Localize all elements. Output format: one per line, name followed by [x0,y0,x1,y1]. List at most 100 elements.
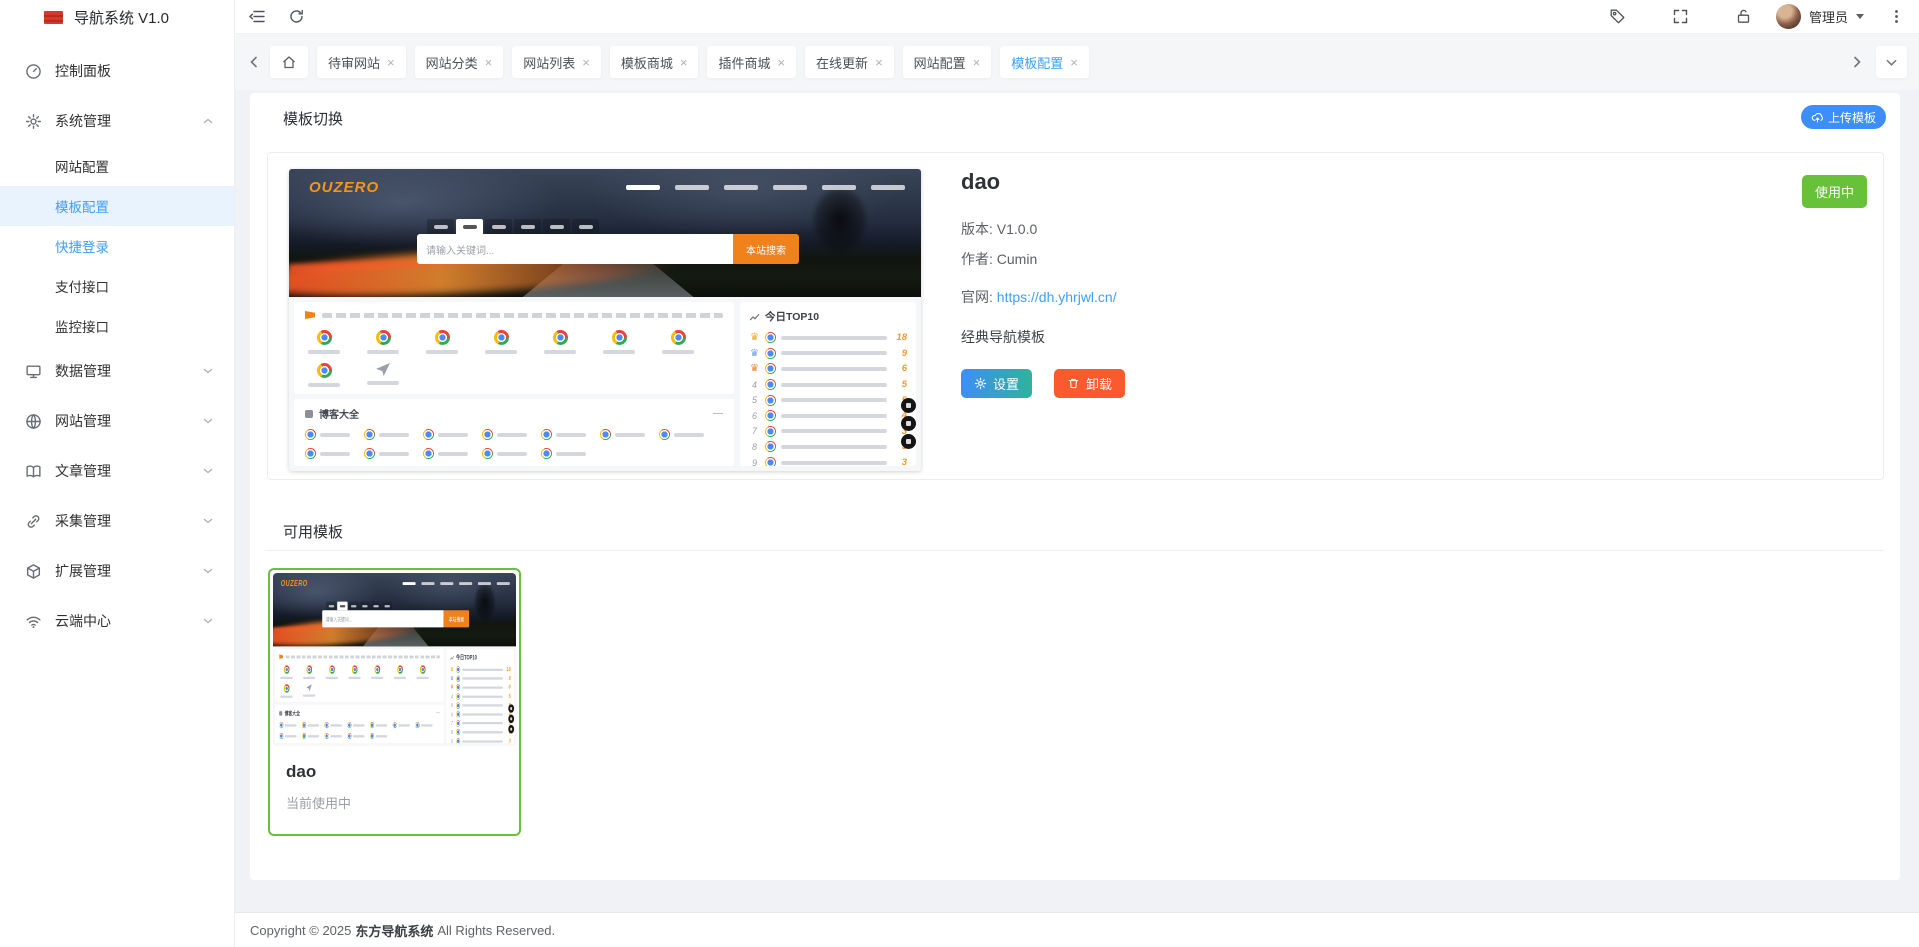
chrome-icon [553,330,568,345]
tab-label: 待审网站 [328,53,380,72]
chevron-up-icon [202,115,214,127]
chrome-icon [364,448,375,459]
sidebar-item-label: 文章管理 [55,461,111,481]
lock-icon[interactable] [1735,8,1752,25]
chevron-down-icon [202,615,214,627]
preview-blog-item [541,429,586,440]
rank-label: 8 [749,442,760,452]
rank-label: 7 [749,426,760,436]
settings-button[interactable]: 设置 [961,369,1032,398]
preview-top10-row: 45 [749,377,907,393]
close-icon[interactable]: × [777,56,785,69]
preview-top10-list: 1182936455564738393 [749,324,907,466]
preview-top10-title: 今日TOP10 [765,309,819,324]
sidebar-item-extension[interactable]: 扩展管理 [0,546,234,596]
user-menu[interactable]: 管理员 [1776,4,1864,29]
gear-icon [25,113,42,130]
chrome-icon [765,379,776,390]
tab-label: 插件商城 [718,53,770,72]
preview-float-buttons [901,398,916,449]
chrome-icon [423,448,434,459]
tab-plugin-store[interactable]: 插件商城 × [707,46,796,78]
preview-blog-item [482,448,527,459]
box-icon [25,563,42,580]
visit-count: 18 [892,332,907,343]
uninstall-button[interactable]: 卸载 [1054,369,1125,398]
close-icon[interactable]: × [582,56,590,69]
tab-label: 网站列表 [523,53,575,72]
chrome-icon [541,448,552,459]
sidebar-item-cloud[interactable]: 云端中心 [0,596,234,646]
sidebar-subitem-payment-api[interactable]: 支付接口 [0,266,234,306]
sidebar-item-article[interactable]: 文章管理 [0,446,234,496]
tab-pending-sites[interactable]: 待审网站 × [317,46,406,78]
sidebar-item-data[interactable]: 数据管理 [0,346,234,396]
tag-icon[interactable] [1609,8,1626,25]
sidebar-item-system[interactable]: 系统管理 [0,96,234,146]
chrome-icon [317,363,332,378]
chrome-icon [305,429,316,440]
globe-icon [25,413,42,430]
tab-online-update[interactable]: 在线更新× [805,46,894,78]
preview-site-grid [305,321,723,354]
chrome-icon [435,330,450,345]
template-site-link[interactable]: https://dh.yhrjwl.cn/ [997,289,1117,305]
sidebar-subitem-site-config[interactable]: 网站配置 [0,146,234,186]
tab-site-categories[interactable]: 网站分类× [415,46,504,78]
preview-site-cell [661,330,695,354]
preview-marquee [305,309,723,321]
close-icon[interactable]: × [973,56,981,69]
fullscreen-icon[interactable] [1672,8,1689,25]
sidebar-item-dashboard[interactable]: 控制面板 [0,46,234,96]
chrome-icon [423,429,434,440]
close-icon[interactable]: × [387,56,395,69]
chevron-down-icon [202,465,214,477]
preview-site-cell [425,330,459,354]
gear-icon [974,377,987,390]
page-title: 模板切换 [283,108,343,129]
tabs-scroll-right-icon[interactable] [1850,55,1864,69]
preview-blog-item [305,448,350,459]
tabs-more-button[interactable] [1876,46,1907,78]
tab-template-store[interactable]: 模板商城× [610,46,699,78]
preview-top10-title: 今日TOP10 [456,653,477,662]
main-panel: 模板切换 上传模板 OUZERO [250,93,1900,880]
sidebar-item-collect[interactable]: 采集管理 [0,496,234,546]
visit-count: 6 [892,363,907,374]
tab-strip: 待审网站 × 网站分类× 网站列表 × 模板商城× 插件商城 × 在线更新× 网站配置… [235,34,1919,90]
site-label: 官网: [961,289,993,305]
user-name: 管理员 [1809,7,1848,26]
chrome-icon [659,429,670,440]
sidebar-subitem-quick-login[interactable]: 快捷登录 [0,226,234,266]
preview-blog-title: 博客大全 [285,709,300,718]
collapse-sidebar-icon[interactable] [249,8,266,25]
preview-site-cell [602,330,636,354]
in-use-badge[interactable]: 使用中 [1802,175,1867,208]
close-icon[interactable]: × [485,56,493,69]
tab-site-list[interactable]: 网站列表 × [512,46,601,78]
template-version: 版本: V1.0.0 [961,219,1641,239]
chrome-icon [305,448,316,459]
rank-label: 3 [749,363,760,374]
upload-template-button[interactable]: 上传模板 [1801,105,1886,129]
chrome-icon [765,426,776,437]
kebab-menu-icon[interactable] [1888,8,1905,25]
close-icon[interactable]: × [875,56,883,69]
close-icon[interactable]: × [1070,56,1078,69]
refresh-icon[interactable] [288,8,305,25]
tabs-scroll-left-icon[interactable] [247,55,261,69]
visit-count: 9 [892,348,907,359]
copyright-suffix: All Rights Reserved. [437,923,555,938]
tab-site-config[interactable]: 网站配置× [903,46,992,78]
close-icon[interactable]: × [680,56,688,69]
sidebar-item-website[interactable]: 网站管理 [0,396,234,446]
sidebar-subitem-monitor-api[interactable]: 监控接口 [0,306,234,346]
visit-count: 3 [892,457,907,466]
tab-home[interactable] [270,46,308,78]
sidebar-subitem-template-config[interactable]: 模板配置 [0,186,234,226]
tab-template-config[interactable]: 模板配置× [1000,46,1089,78]
divider [265,550,1884,551]
available-template-card[interactable]: OUZERO 请输入关键词... 本站搜索 [268,568,521,836]
preview-top10-panel: 今日TOP10 1182936455564738393 [740,302,916,466]
chrome-icon [600,429,611,440]
